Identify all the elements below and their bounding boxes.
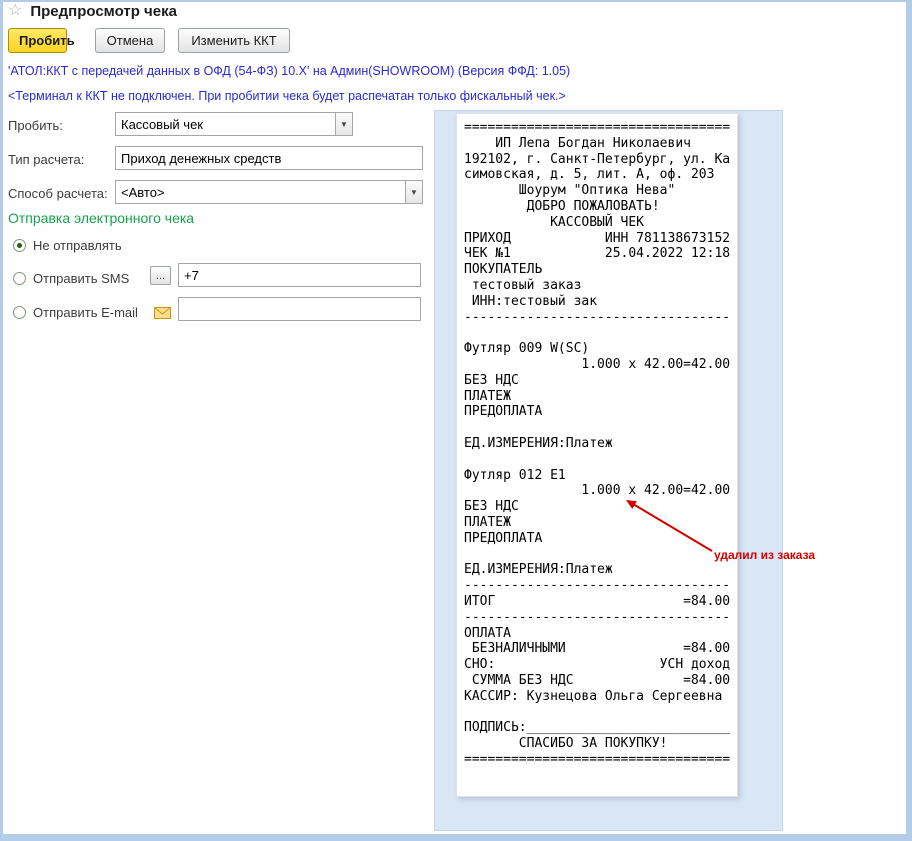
receipt-panel: ================================== ИП Ле… [434, 110, 783, 831]
radio-send-sms-label[interactable]: Отправить SMS [33, 271, 129, 286]
sms-phone-input[interactable] [178, 263, 421, 287]
radio-option-no-send[interactable]: Не отправлять [13, 238, 122, 253]
radio-send-sms[interactable] [13, 272, 26, 285]
receipt-paper: ================================== ИП Ле… [456, 113, 738, 797]
calc-type-field[interactable] [115, 146, 423, 170]
radio-no-send-label[interactable]: Не отправлять [33, 238, 122, 253]
chevron-down-icon: ▼ [410, 188, 418, 197]
receipt-preview-window: ☆ Предпросмотр чека Пробить Отмена Измен… [0, 0, 912, 841]
calc-method-dropdown-button[interactable]: ▼ [405, 181, 422, 203]
calc-method-select-input[interactable] [116, 181, 404, 203]
kkt-driver-text: 'АТОЛ:ККТ с передачей данных в ОФД (54-Ф… [8, 64, 570, 78]
calc-method-select[interactable]: ▼ [115, 180, 423, 204]
calc-type-input[interactable] [116, 147, 422, 169]
window-frame-right [906, 0, 912, 841]
change-kkt-button[interactable]: Изменить ККТ [178, 28, 290, 53]
radio-no-send[interactable] [13, 239, 26, 252]
calc-method-field-label: Способ расчета: [8, 186, 108, 201]
probit-field-label: Пробить: [8, 118, 63, 133]
probit-dropdown-button[interactable]: ▼ [335, 113, 352, 135]
page-title: Предпросмотр чека [30, 3, 177, 20]
window-frame-top [0, 0, 912, 2]
electronic-receipt-section-title: Отправка электронного чека [8, 210, 194, 226]
radio-send-email-label[interactable]: Отправить E-mail [33, 305, 138, 320]
envelope-icon [154, 306, 171, 324]
window-frame-bottom [0, 834, 912, 841]
radio-send-email[interactable] [13, 306, 26, 319]
radio-option-send-sms[interactable]: Отправить SMS [13, 271, 129, 286]
titlebar: ☆ Предпросмотр чека [8, 2, 177, 20]
probit-select[interactable]: ▼ [115, 112, 353, 136]
calc-type-field-label: Тип расчета: [8, 152, 84, 167]
email-input[interactable] [178, 297, 421, 321]
terminal-warning-text: <Терминал к ККТ не подключен. При пробит… [8, 89, 566, 103]
submit-button[interactable]: Пробить [8, 28, 67, 53]
receipt-preview-text: ================================== ИП Ле… [464, 120, 731, 768]
probit-select-input[interactable] [116, 113, 334, 135]
cancel-button[interactable]: Отмена [95, 28, 165, 53]
chevron-down-icon: ▼ [340, 120, 348, 129]
radio-option-send-email[interactable]: Отправить E-mail [13, 305, 138, 320]
sms-choose-button[interactable]: ... [150, 266, 171, 285]
annotation-text: удалил из заказа [714, 548, 815, 562]
window-frame-left [0, 0, 3, 841]
favorite-star-icon[interactable]: ☆ [8, 2, 22, 20]
